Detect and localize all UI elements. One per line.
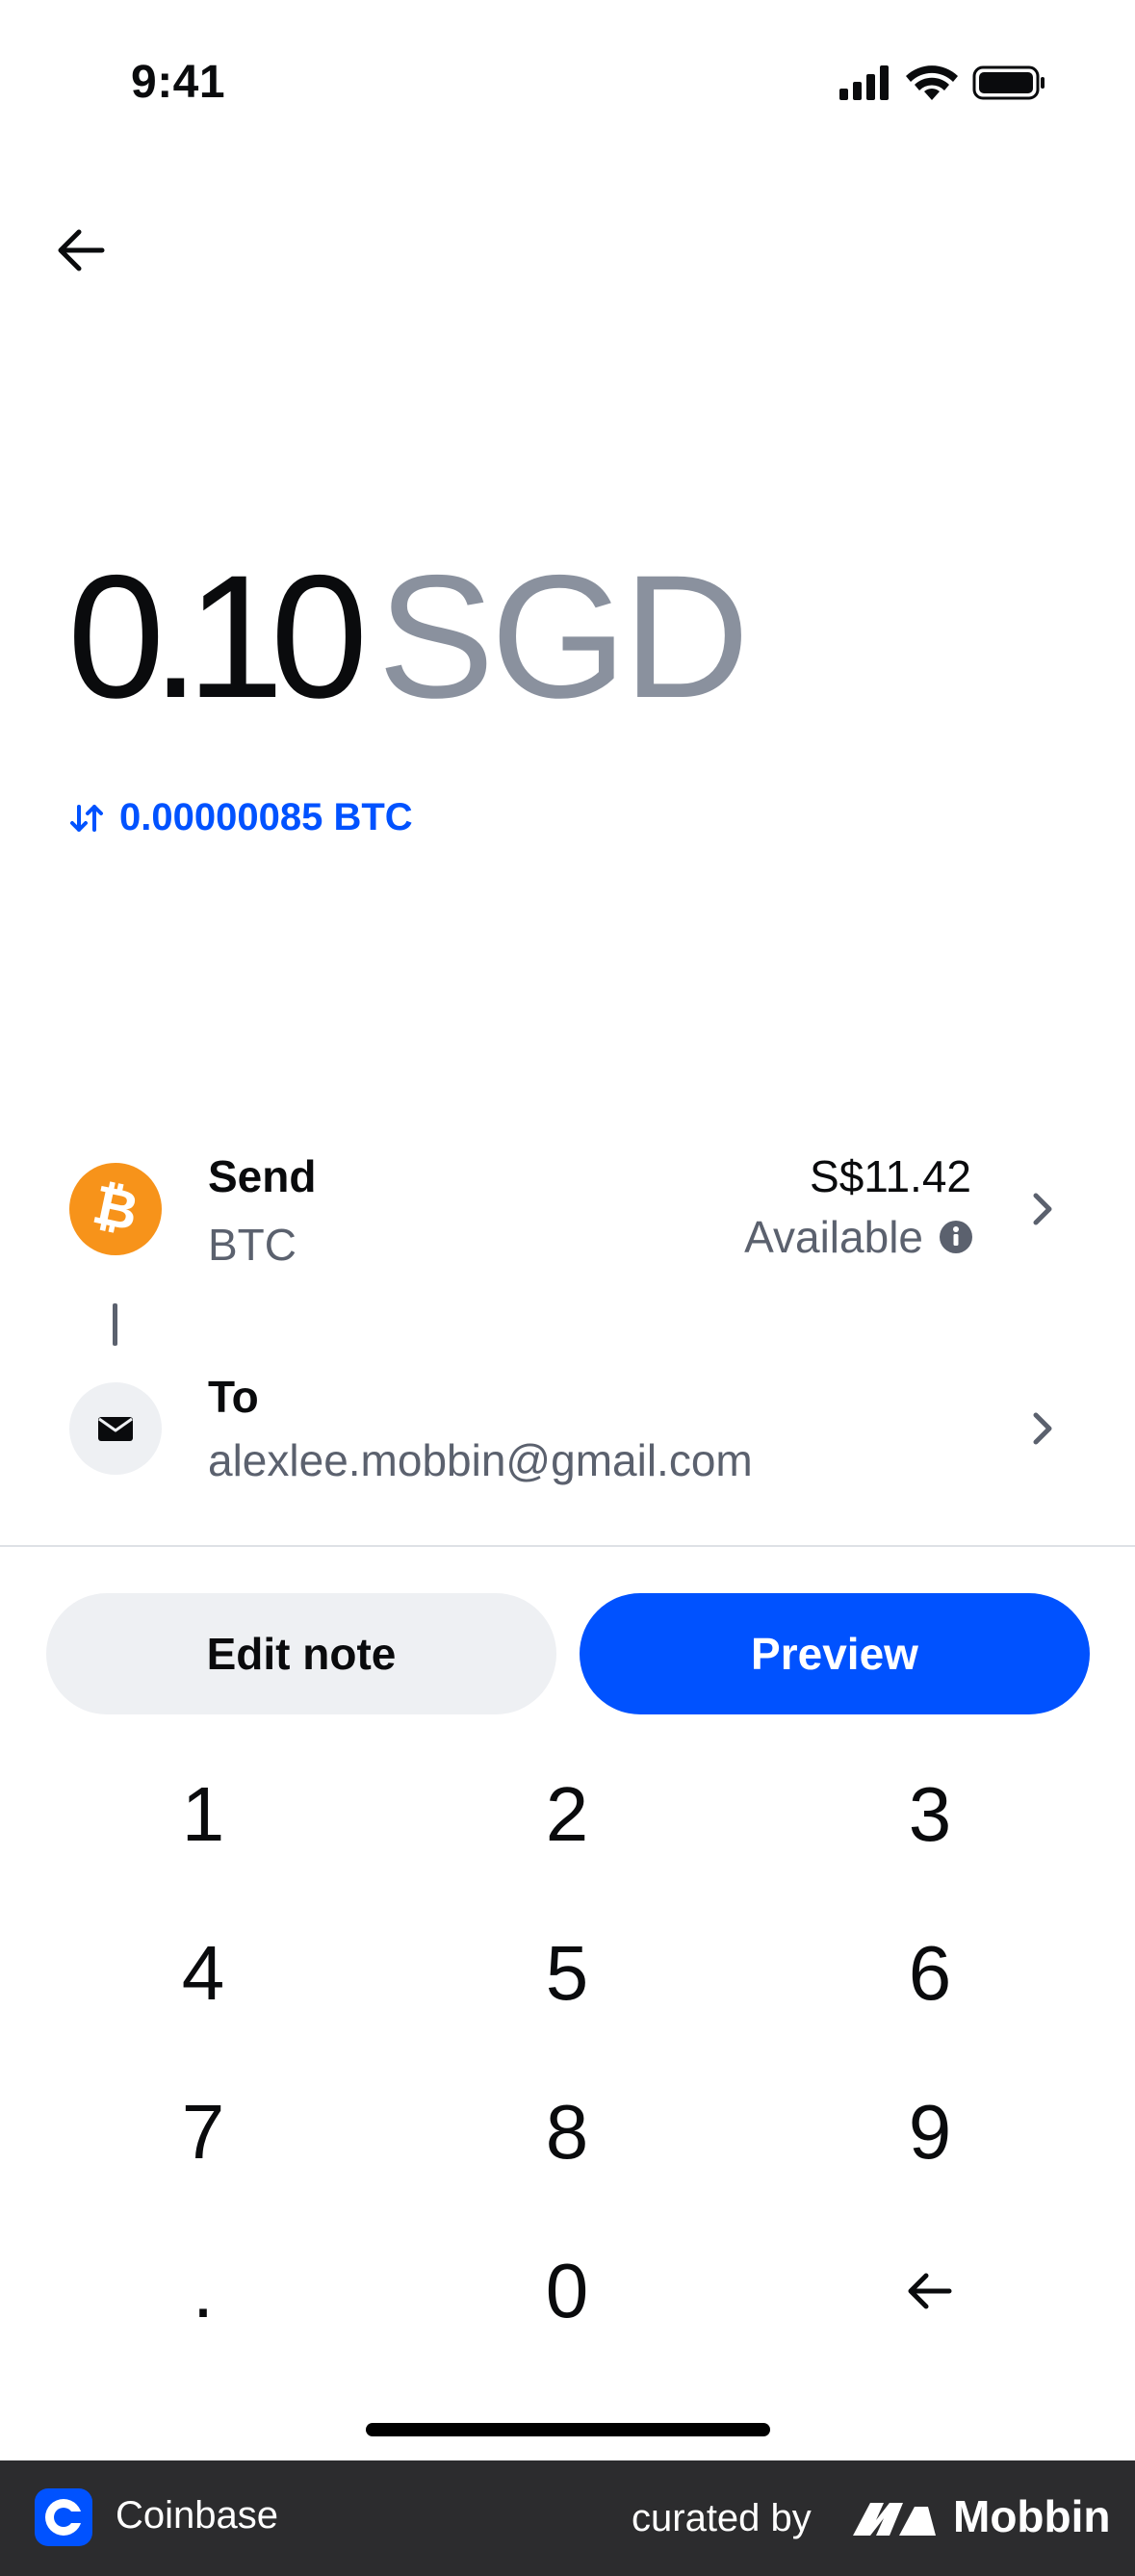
keypad-key-7[interactable]: 7 xyxy=(59,2060,348,2204)
footer-curated-by: curated by xyxy=(632,2497,812,2539)
keypad-key-3[interactable]: 3 xyxy=(786,1742,1074,1887)
available-balance: S$11.42 xyxy=(810,1151,971,1201)
send-asset: BTC xyxy=(208,1220,297,1270)
chevron-right-icon xyxy=(1033,1193,1052,1225)
send-label: Send xyxy=(208,1151,317,1201)
status-icons xyxy=(839,65,1045,100)
available-label-row: Available xyxy=(744,1211,973,1263)
recipient-email: alexlee.mobbin@gmail.com xyxy=(208,1435,753,1485)
connector-line xyxy=(113,1303,117,1346)
swap-arrows-icon xyxy=(70,804,103,832)
keypad-key-1[interactable]: 1 xyxy=(59,1742,348,1887)
preview-button[interactable]: Preview xyxy=(580,1593,1090,1714)
back-button[interactable] xyxy=(50,221,117,279)
crypto-equivalent-value: 0.00000085 BTC xyxy=(119,796,413,838)
wifi-icon xyxy=(906,65,958,100)
edit-note-button[interactable]: Edit note xyxy=(46,1593,556,1714)
crypto-equivalent-toggle[interactable]: 0.00000085 BTC xyxy=(67,796,413,839)
amount-display: 0.10 SGD xyxy=(67,538,750,734)
available-label: Available xyxy=(744,1212,923,1262)
mobbin-logo-icon xyxy=(853,2503,936,2536)
backspace-arrow-icon xyxy=(908,2273,952,2309)
keypad-key-2[interactable]: 2 xyxy=(423,1742,711,1887)
keypad-key-decimal[interactable]: . xyxy=(59,2219,348,2363)
bitcoin-icon: ₿ xyxy=(69,1163,162,1255)
amount-value: 0.10 xyxy=(67,538,368,734)
info-icon[interactable] xyxy=(939,1220,973,1254)
battery-icon xyxy=(972,65,1045,100)
keypad-key-5[interactable]: 5 xyxy=(423,1901,711,2046)
mail-icon xyxy=(69,1382,162,1475)
coinbase-logo-icon xyxy=(35,2488,92,2546)
cellular-signal-icon xyxy=(839,65,889,100)
keypad-key-4[interactable]: 4 xyxy=(59,1901,348,2046)
keypad-key-6[interactable]: 6 xyxy=(786,1901,1074,2046)
keypad-key-9[interactable]: 9 xyxy=(786,2060,1074,2204)
chevron-right-icon xyxy=(1033,1412,1052,1445)
svg-text:₿: ₿ xyxy=(88,1173,143,1244)
keypad-backspace-button[interactable] xyxy=(786,2219,1074,2363)
arrow-left-icon xyxy=(58,229,105,271)
footer-app-name: Coinbase xyxy=(116,2494,279,2537)
status-time: 9:41 xyxy=(131,57,226,108)
footer-brand: Mobbin xyxy=(953,2491,1111,2541)
divider xyxy=(0,1545,1135,1547)
amount-currency: SGD xyxy=(377,538,749,734)
home-indicator xyxy=(366,2423,770,2436)
keypad-key-0[interactable]: 0 xyxy=(423,2219,711,2363)
to-label: To xyxy=(208,1372,259,1422)
keypad-key-8[interactable]: 8 xyxy=(423,2060,711,2204)
